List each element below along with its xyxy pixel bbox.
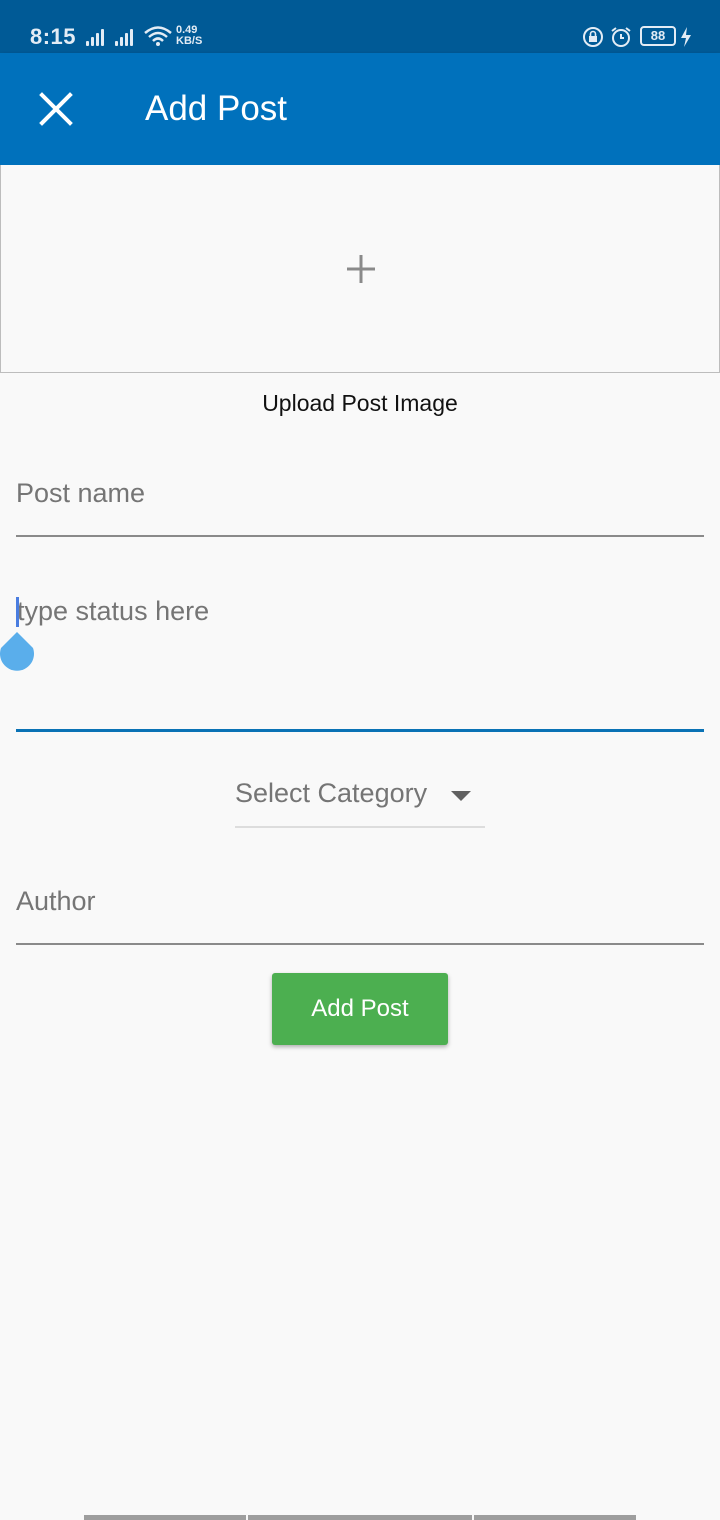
status-time: 8:15 — [30, 24, 77, 49]
rotation-lock-icon — [583, 27, 603, 47]
author-field[interactable]: Author — [16, 886, 704, 946]
author-placeholder: Author — [16, 886, 96, 916]
chevron-down-icon — [451, 791, 471, 801]
signal-icon — [86, 28, 108, 46]
battery-icon: 88 — [640, 26, 676, 46]
status-bar: 8:15 0.49 KB/S 88 — [0, 0, 720, 53]
plus-icon — [347, 255, 375, 283]
category-underline — [235, 826, 485, 828]
alarm-icon — [611, 27, 631, 47]
post-name-underline — [16, 535, 704, 537]
author-underline — [16, 943, 704, 945]
post-name-placeholder: Post name — [16, 478, 146, 508]
upload-image-area[interactable] — [0, 165, 720, 373]
gesture-bar-segment — [84, 1515, 246, 1520]
category-placeholder: Select Category — [235, 778, 428, 808]
close-button[interactable] — [28, 81, 84, 137]
status-underline — [16, 729, 704, 732]
text-selection-handle[interactable] — [0, 630, 38, 686]
net-speed: 0.49 KB/S — [176, 25, 202, 47]
close-icon — [39, 92, 73, 126]
status-placeholder: type status here — [17, 596, 210, 626]
add-post-button[interactable]: Add Post — [272, 973, 448, 1045]
net-speed-unit: KB/S — [176, 35, 203, 47]
gesture-bar-segment — [474, 1515, 636, 1520]
upload-image-label: Upload Post Image — [262, 390, 458, 416]
category-select[interactable]: Select Category — [235, 770, 485, 828]
app-bar: Add Post — [0, 53, 720, 165]
post-name-field[interactable]: Post name — [16, 478, 704, 538]
charging-icon — [681, 27, 691, 47]
gesture-bar-segment — [248, 1515, 472, 1520]
text-cursor — [16, 597, 19, 627]
page-title: Add Post — [145, 89, 288, 128]
wifi-icon — [144, 26, 172, 46]
signal-icon — [115, 28, 137, 46]
status-field[interactable]: type status here — [16, 596, 704, 733]
